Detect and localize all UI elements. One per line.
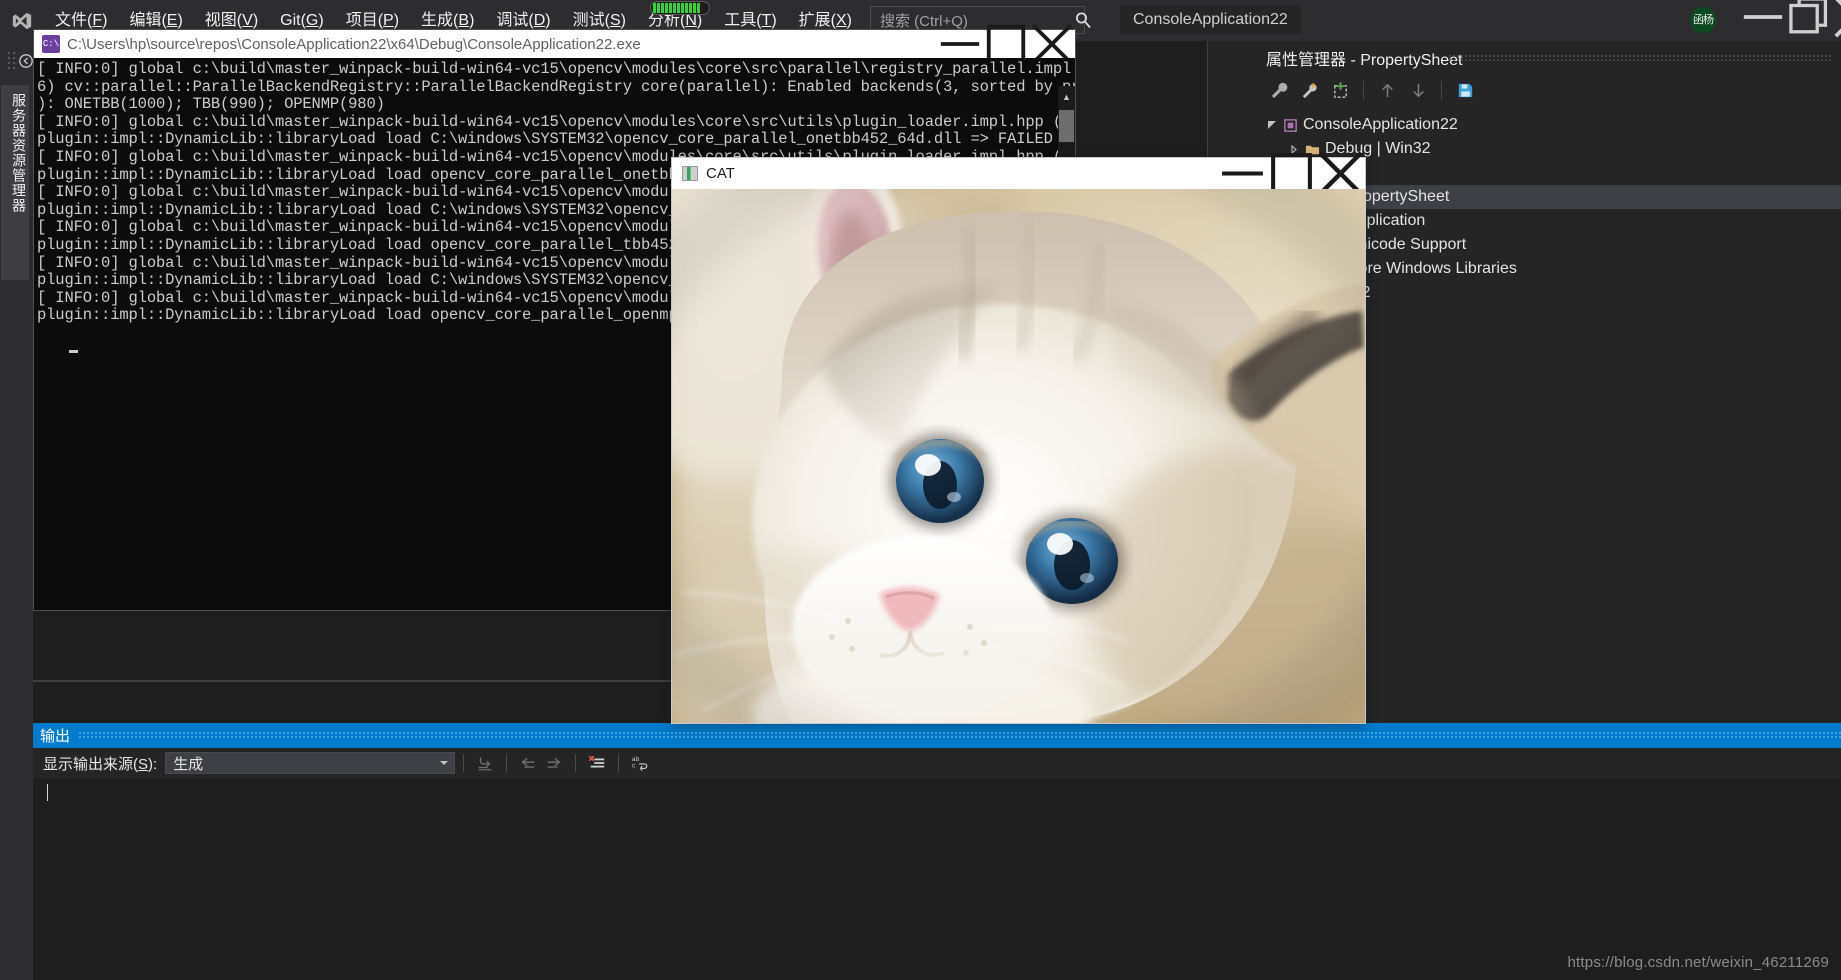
add-property-sheet-icon[interactable] — [1295, 77, 1323, 103]
output-toolbar-separator-2 — [506, 754, 508, 772]
new-project-property-sheet-icon[interactable] — [1326, 77, 1354, 103]
output-title-label: 输出 — [40, 728, 71, 745]
console-maximize-button[interactable] — [983, 24, 1029, 64]
text-caret — [47, 784, 48, 801]
cat-maximize-button[interactable] — [1267, 153, 1316, 194]
output-source-label: 显示输出来源(S): — [43, 755, 158, 773]
sidebar-item-label: 服务器资源管理器 — [11, 93, 27, 213]
image-window-icon — [682, 166, 698, 181]
console-close-button[interactable] — [1029, 23, 1075, 65]
output-toolbar-separator-3 — [575, 754, 577, 772]
console-cursor — [69, 350, 78, 353]
chevron-down-icon[interactable] — [1264, 117, 1280, 133]
collapse-chevron-icon[interactable] — [18, 53, 34, 69]
console-scroll-up-icon[interactable]: ▲ — [1058, 88, 1075, 105]
console-title-label: C:\Users\hp\source\repos\ConsoleApplicat… — [67, 35, 641, 53]
tree-row-label: Core Windows Libraries — [1347, 260, 1517, 277]
svg-text:c: c — [632, 763, 636, 770]
clear-all-icon[interactable] — [584, 751, 610, 775]
cat-close-button[interactable] — [1316, 151, 1365, 196]
chevron-down-icon[interactable] — [440, 761, 449, 765]
console-scrollbar-thumb[interactable] — [1059, 110, 1074, 142]
cmd-icon: C:\ — [42, 35, 60, 53]
cat-image-window[interactable]: CAT — [672, 151, 1365, 723]
active-project-chip[interactable]: ConsoleApplication22 — [1120, 5, 1301, 34]
toolbar-separator-2 — [1441, 80, 1442, 100]
go-to-message-icon[interactable] — [472, 751, 498, 775]
header-dot-pattern — [1448, 54, 1833, 63]
toggle-word-wrap-icon[interactable]: ab c — [627, 751, 653, 775]
restore-button[interactable] — [1786, 0, 1832, 34]
console-title-bar[interactable]: C:\ C:\Users\hp\source\repos\ConsoleAppl… — [34, 23, 1075, 65]
output-text-area[interactable] — [33, 778, 1841, 980]
property-manager-header: 属性管理器 - PropertySheet — [1208, 41, 1841, 73]
move-down-icon[interactable] — [1404, 77, 1432, 103]
build-progress-indicator — [650, 1, 710, 15]
cat-window-buttons — [1218, 151, 1365, 196]
cat-minimize-button[interactable] — [1218, 158, 1267, 189]
tree-row-label: ConsoleApplication22 — [1303, 116, 1458, 133]
next-message-icon[interactable] — [541, 751, 567, 775]
left-dock: 服务器资源管理器 — [0, 41, 33, 980]
property-manager-toolbar — [1260, 73, 1841, 107]
search-icon[interactable] — [1073, 10, 1093, 30]
cat-photo — [672, 189, 1365, 723]
watermark: https://blog.csdn.net/weixin_46211269 — [1567, 954, 1829, 971]
output-window-title-bar[interactable]: 输出 — [33, 723, 1841, 748]
wrench-icon[interactable] — [1264, 77, 1292, 103]
minimize-button[interactable] — [1740, 0, 1786, 34]
console-window-buttons — [937, 23, 1075, 65]
sidebar-item-server-explorer[interactable]: 服务器资源管理器 — [1, 85, 29, 280]
tree-row[interactable]: ConsoleApplication22 — [1260, 113, 1841, 137]
output-title-dot-pattern — [78, 723, 1841, 748]
toolbar-separator — [1363, 80, 1364, 100]
avatar[interactable]: 函杨 — [1690, 7, 1716, 33]
cat-image-canvas — [672, 189, 1365, 723]
output-source-value: 生成 — [173, 755, 204, 773]
output-toolbar-separator — [463, 754, 465, 772]
output-source-select[interactable]: 生成 — [165, 752, 456, 774]
close-button[interactable] — [1832, 0, 1841, 38]
move-up-icon[interactable] — [1373, 77, 1401, 103]
page-title: 属性管理器 - PropertySheet — [1266, 52, 1463, 69]
output-toolbar: 显示输出来源(S): 生成 ab c — [33, 748, 1841, 778]
output-toolbar-separator-4 — [618, 754, 620, 772]
cat-window-title: CAT — [706, 165, 735, 182]
console-minimize-button[interactable] — [937, 30, 983, 58]
solution-icon — [1280, 117, 1300, 133]
save-icon[interactable] — [1451, 77, 1479, 103]
cat-title-bar[interactable]: CAT — [672, 151, 1365, 196]
previous-message-icon[interactable] — [515, 751, 541, 775]
output-tool-window: 输出 显示输出来源(S): 生成 ab c — [33, 723, 1841, 980]
screen-root: 文件(F) 编辑(E) 视图(V) Git(G) 项目(P) 生成(B) 调试(… — [0, 0, 1841, 980]
